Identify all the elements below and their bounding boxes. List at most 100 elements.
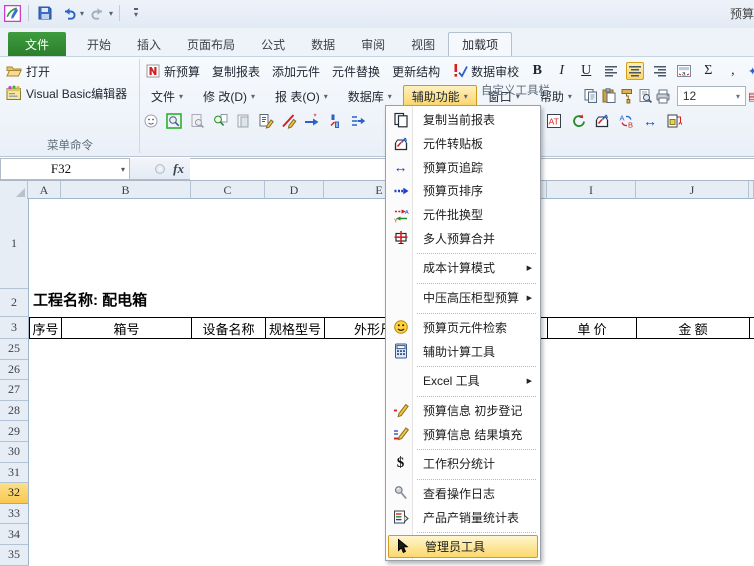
menu-item[interactable]: 复制当前报表 bbox=[387, 108, 539, 132]
column-header[interactable] bbox=[749, 181, 754, 199]
smiley-icon[interactable] bbox=[142, 112, 160, 130]
row-header-26[interactable]: 26 bbox=[0, 360, 29, 381]
ribbon-button[interactable]: 更新结构 bbox=[389, 62, 443, 81]
row-header-35[interactable]: 35 bbox=[0, 545, 29, 566]
save-button[interactable] bbox=[35, 3, 55, 23]
figures-icon[interactable] bbox=[326, 112, 344, 130]
component-clipboard-icon[interactable] bbox=[593, 112, 611, 130]
arrow-asterisk-icon[interactable]: * bbox=[303, 112, 321, 130]
row-header-34[interactable]: 34 bbox=[0, 524, 29, 545]
menu-button-文件[interactable]: 文件▾ bbox=[142, 85, 192, 107]
chevron-down-icon[interactable]: ▾ bbox=[80, 9, 84, 18]
tab-页面布局[interactable]: 页面布局 bbox=[174, 33, 248, 56]
menu-item[interactable]: $工作积分统计 bbox=[387, 452, 539, 476]
app-button[interactable] bbox=[2, 3, 22, 23]
autosum-button[interactable]: Σ bbox=[699, 62, 717, 80]
menu-button-辅助功能[interactable]: 辅助功能▾ bbox=[403, 85, 477, 107]
table-header-cell[interactable]: 箱号 bbox=[62, 317, 192, 339]
menu-item[interactable]: 预算信息 初步登记 bbox=[387, 399, 539, 423]
column-header-J[interactable]: J bbox=[636, 181, 749, 199]
chevron-down-icon[interactable]: ▾ bbox=[736, 92, 740, 101]
redo-button[interactable] bbox=[88, 3, 108, 23]
ribbon-button[interactable]: 打开 bbox=[6, 61, 50, 81]
menu-item[interactable]: 预算信息 结果填充 bbox=[387, 422, 539, 446]
menu-item[interactable]: 多人预算合并 bbox=[387, 226, 539, 250]
align-right-button[interactable] bbox=[650, 62, 668, 80]
undo-button[interactable] bbox=[59, 3, 79, 23]
menu-item[interactable]: 查看操作日志 bbox=[387, 482, 539, 506]
menu-item[interactable]: ↔预算页追踪 bbox=[387, 155, 539, 179]
row-header-32[interactable]: 32 bbox=[0, 483, 29, 504]
tab-审阅[interactable]: 审阅 bbox=[348, 33, 398, 56]
menu-button-修改D[interactable]: 修 改(D)▾ bbox=[194, 85, 264, 107]
row-header-33[interactable]: 33 bbox=[0, 504, 29, 525]
zoom-green-icon[interactable] bbox=[165, 112, 183, 130]
tab-数据[interactable]: 数据 bbox=[298, 33, 348, 56]
bold-button[interactable]: B bbox=[528, 62, 546, 80]
row-header-28[interactable]: 28 bbox=[0, 401, 29, 422]
align-left-button[interactable] bbox=[601, 62, 619, 80]
menu-button-数据库[interactable]: 数据库▾ bbox=[339, 85, 401, 107]
row-header-31[interactable]: 31 bbox=[0, 463, 29, 484]
red-slash-pencil-icon[interactable] bbox=[280, 112, 298, 130]
table-header-cell[interactable]: 规格型号 bbox=[266, 317, 325, 339]
at-box-icon[interactable]: AT bbox=[545, 112, 563, 130]
name-box[interactable]: F32 ▾ bbox=[0, 158, 130, 180]
table-header-cell[interactable] bbox=[750, 317, 754, 339]
row-header-30[interactable]: 30 bbox=[0, 442, 29, 463]
print-preview-button[interactable] bbox=[637, 87, 653, 105]
column-header-I[interactable]: I bbox=[547, 181, 636, 199]
arrows-merge-icon[interactable] bbox=[349, 112, 367, 130]
ab-swap-icon[interactable]: AB bbox=[617, 112, 635, 130]
door-icon[interactable] bbox=[234, 112, 252, 130]
menu-item[interactable]: 产品产销量统计表 bbox=[387, 505, 539, 529]
menu-button-报表O[interactable]: 报 表(O)▾ bbox=[266, 85, 337, 107]
tab-file[interactable]: 文件 bbox=[8, 32, 66, 56]
ribbon-button[interactable]: Visual Basic编辑器 bbox=[6, 83, 127, 103]
row-header-29[interactable]: 29 bbox=[0, 421, 29, 442]
menu-item[interactable]: 中压高压柜型预算▶ bbox=[387, 286, 539, 310]
sheet-grid[interactable]: 1232526272829303132333435 工程名称: 配电箱 序号箱号… bbox=[0, 199, 754, 566]
table-header-cell[interactable]: 单 价 bbox=[548, 317, 637, 339]
copy-button[interactable] bbox=[583, 87, 599, 105]
table-header-cell[interactable]: 序号 bbox=[29, 317, 62, 339]
chevron-down-icon[interactable]: ▾ bbox=[121, 165, 129, 174]
menu-item[interactable]: 辅助计算工具 bbox=[387, 339, 539, 363]
column-header-D[interactable]: D bbox=[265, 181, 324, 199]
column-header-B[interactable]: B bbox=[61, 181, 191, 199]
project-name-cell[interactable]: 工程名称: 配电箱 bbox=[33, 287, 147, 315]
ribbon-button[interactable]: 元件替换 bbox=[329, 62, 383, 81]
select-all-corner[interactable] bbox=[0, 181, 28, 199]
doc-zoom-icon[interactable] bbox=[188, 112, 206, 130]
insert-function-button[interactable]: fx bbox=[173, 161, 184, 177]
menu-item[interactable]: 成本计算模式▶ bbox=[387, 256, 539, 280]
doc-export-icon[interactable] bbox=[665, 112, 683, 130]
formula-bar-knob[interactable] bbox=[155, 164, 165, 174]
ribbon-button[interactable]: 数据审校 bbox=[449, 62, 522, 81]
menu-item[interactable]: 管理员工具 bbox=[388, 535, 538, 558]
ribbon-button[interactable]: 添加元件 bbox=[269, 62, 323, 81]
align-center-button[interactable] bbox=[626, 62, 644, 80]
row-header-25[interactable]: 25 bbox=[0, 339, 29, 360]
refresh-arrows-icon[interactable] bbox=[569, 112, 587, 130]
italic-button[interactable]: I bbox=[553, 62, 571, 80]
menu-item[interactable]: AY元件批换型 bbox=[387, 203, 539, 227]
row-header-27[interactable]: 27 bbox=[0, 380, 29, 401]
column-header-C[interactable]: C bbox=[191, 181, 265, 199]
merge-center-button[interactable]: a bbox=[675, 62, 693, 80]
paste-button[interactable] bbox=[601, 87, 617, 105]
underline-button[interactable]: U bbox=[577, 62, 595, 80]
tab-开始[interactable]: 开始 bbox=[74, 33, 124, 56]
ribbon-button[interactable]: 复制报表 bbox=[209, 62, 263, 81]
row-header-1[interactable]: 1 bbox=[0, 199, 29, 289]
row-header-3[interactable]: 3 bbox=[0, 317, 29, 339]
row-header-2[interactable]: 2 bbox=[0, 289, 29, 317]
menu-item[interactable]: 预算页元件检索 bbox=[387, 316, 539, 340]
menu-item[interactable]: Excel 工具▶ bbox=[387, 369, 539, 393]
copy-edit-icon[interactable] bbox=[257, 112, 275, 130]
menu-item[interactable]: 预算页排序 bbox=[387, 179, 539, 203]
tab-插入[interactable]: 插入 bbox=[124, 33, 174, 56]
blue-arrows-icon[interactable]: ↔ bbox=[641, 112, 659, 130]
tab-视图[interactable]: 视图 bbox=[398, 33, 448, 56]
column-header-A[interactable]: A bbox=[28, 181, 61, 199]
